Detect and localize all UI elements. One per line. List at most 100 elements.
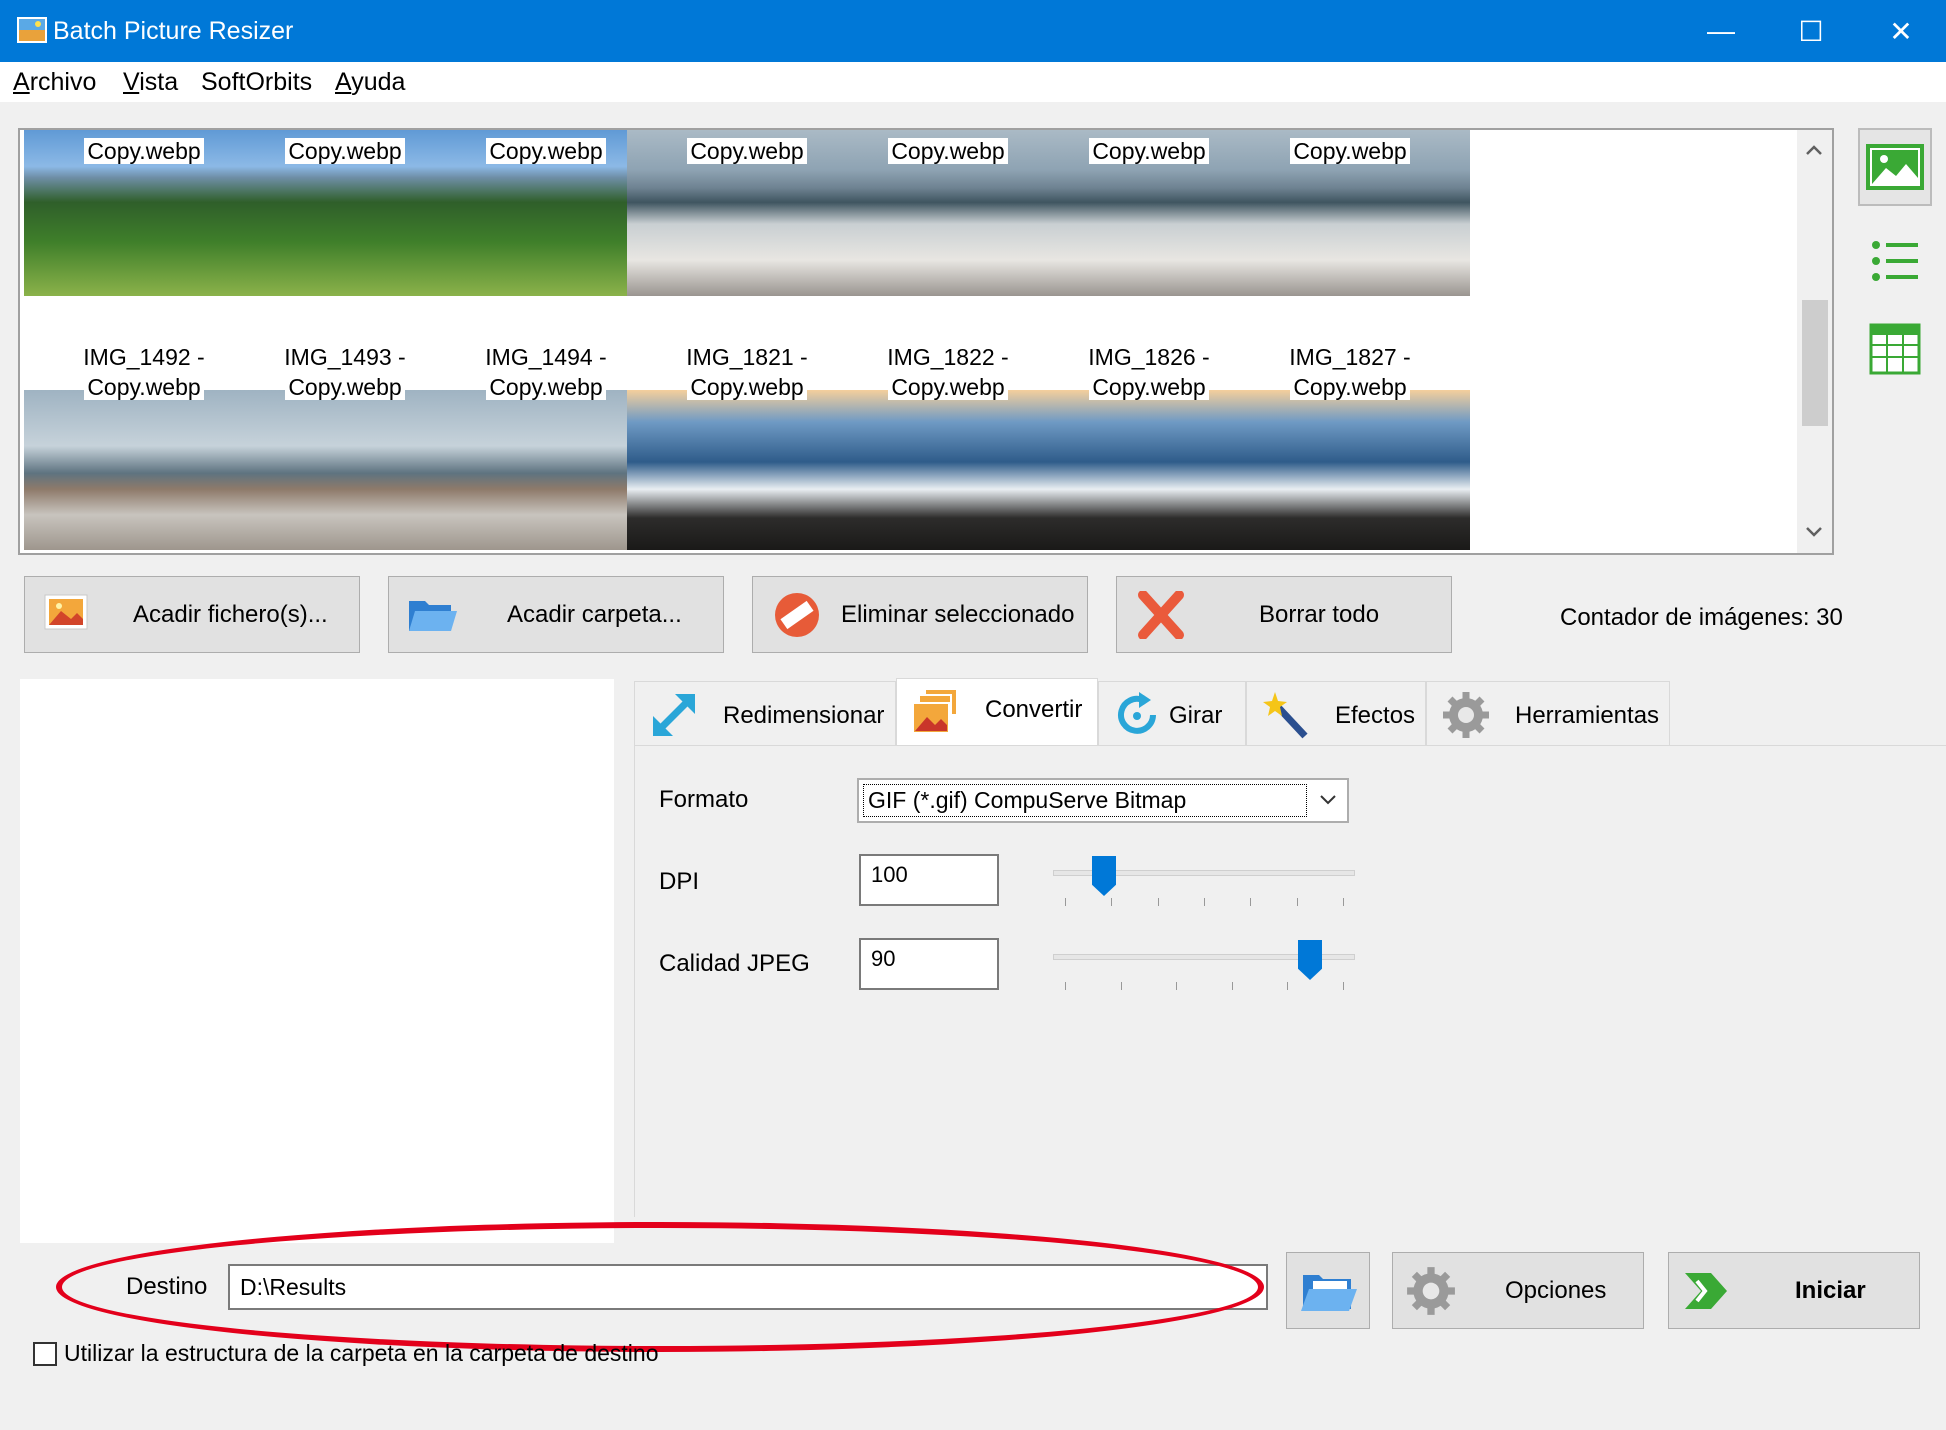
menu-softorbits[interactable]: SoftOrbits — [201, 68, 312, 97]
jpeg-slider-thumb[interactable] — [1298, 940, 1322, 980]
jpeg-slider-ticks — [1065, 982, 1344, 992]
minimize-button[interactable]: — — [1676, 0, 1766, 62]
folder-structure-checkbox[interactable] — [33, 1342, 57, 1366]
format-select[interactable]: GIF (*.gif) CompuServe Bitmap — [857, 778, 1349, 823]
thumbnail-caption: IMG_1827 - — [1289, 344, 1411, 370]
slider-tick — [1232, 982, 1233, 990]
tab-effects-label: Efectos — [1335, 702, 1416, 729]
menu-archivo-accel: A — [13, 68, 30, 96]
slider-tick — [1176, 982, 1177, 990]
menu-archivo-label: rchivo — [29, 68, 97, 96]
tab-effects[interactable]: Efectos — [1246, 681, 1426, 745]
slider-tick — [1343, 982, 1344, 990]
convert-panel: Formato GIF (*.gif) CompuServe Bitmap DP… — [634, 745, 1946, 1217]
image-gallery[interactable]: Copy.webp Copy.webp Copy.webp Copy.webp Copy… — [18, 128, 1834, 555]
image-counter: Contador de imágenes: 30 — [1560, 604, 1843, 631]
list-icon — [1872, 241, 1918, 281]
menu-ayuda-accel: A — [335, 68, 352, 96]
jpeg-quality-input[interactable]: 90 — [859, 938, 999, 990]
folder-structure-label: Utilizar la estructura de la carpeta en … — [64, 1340, 659, 1366]
slider-tick — [1297, 898, 1298, 906]
format-label: Formato — [659, 786, 749, 813]
scroll-up-icon[interactable] — [1805, 144, 1823, 156]
magic-wand-icon — [1263, 692, 1308, 739]
gear-icon — [1443, 692, 1489, 738]
table-view-button[interactable] — [1858, 310, 1932, 388]
window-title: Batch Picture Resizer — [53, 17, 294, 45]
slider-tick — [1343, 898, 1344, 906]
remove-selected-button[interactable]: Eliminar seleccionado — [752, 576, 1088, 653]
dpi-input[interactable]: 100 — [859, 854, 999, 906]
add-files-label: Acadir fichero(s)... — [133, 601, 328, 628]
start-arrow-icon — [1685, 1273, 1727, 1309]
picture-icon — [1866, 144, 1924, 190]
add-folder-label: Acadir carpeta... — [507, 601, 682, 628]
tab-tools-label: Herramientas — [1515, 702, 1660, 729]
title-bar: Batch Picture Resizer — ☐ ✕ — [0, 0, 1946, 62]
slider-tick — [1121, 982, 1122, 990]
tab-convert[interactable]: Convertir — [896, 678, 1098, 747]
browse-folder-button[interactable] — [1286, 1252, 1370, 1329]
tab-resize-label: Redimensionar — [723, 702, 885, 729]
close-button[interactable]: ✕ — [1856, 0, 1946, 62]
menu-softorbits-label: SoftOrbits — [201, 68, 313, 96]
resize-arrows-icon — [653, 694, 695, 736]
options-label: Opciones — [1505, 1277, 1607, 1304]
tab-rotate-label: Girar — [1169, 702, 1223, 729]
tab-resize[interactable]: Redimensionar — [634, 681, 896, 745]
thumbnail-view-button[interactable] — [1858, 128, 1932, 206]
slider-tick — [1065, 898, 1066, 906]
jpeg-quality-label: Calidad JPEG — [659, 950, 810, 977]
options-gear-icon — [1407, 1267, 1455, 1315]
maximize-button[interactable]: ☐ — [1766, 0, 1856, 62]
start-label: Iniciar — [1795, 1277, 1866, 1304]
add-image-icon — [44, 594, 88, 630]
dpi-slider[interactable] — [1053, 856, 1355, 896]
thumbnail-image — [1230, 390, 1470, 550]
highlight-ellipse — [56, 1222, 1264, 1352]
remove-icon — [775, 593, 819, 637]
minimize-icon: — — [1707, 15, 1735, 46]
tab-convert-label: Convertir — [985, 696, 1083, 723]
scroll-down-icon[interactable] — [1805, 526, 1823, 538]
slider-tick — [1111, 898, 1112, 906]
tab-bar: Redimensionar Convertir Girar Efectos He… — [634, 678, 1946, 747]
slider-tick — [1250, 898, 1251, 906]
rotate-icon — [1118, 692, 1156, 734]
menu-archivo[interactable]: Archivo — [13, 68, 96, 97]
convert-images-icon — [912, 688, 958, 734]
slider-tick — [1287, 982, 1288, 990]
menu-ayuda[interactable]: Ayuda — [335, 68, 405, 97]
start-button[interactable]: Iniciar — [1668, 1252, 1920, 1329]
menu-vista-accel: V — [123, 68, 140, 96]
close-icon: ✕ — [1889, 15, 1913, 47]
options-button[interactable]: Opciones — [1392, 1252, 1644, 1329]
menu-ayuda-label: yuda — [351, 68, 406, 96]
app-icon — [17, 17, 47, 43]
menu-bar: Archivo Vista SoftOrbits Ayuda — [0, 62, 1946, 102]
scrollbar-thumb[interactable] — [1802, 300, 1828, 426]
slider-tick — [1065, 982, 1066, 990]
preview-pane — [20, 679, 614, 1243]
delete-x-icon — [1138, 591, 1184, 639]
remove-selected-label: Eliminar seleccionado — [841, 601, 1075, 628]
clear-all-button[interactable]: Borrar todo — [1116, 576, 1452, 653]
clear-all-label: Borrar todo — [1259, 601, 1380, 628]
open-folder-icon — [1301, 1275, 1357, 1311]
dpi-slider-thumb[interactable] — [1092, 856, 1116, 896]
thumbnail-caption: Copy.webp — [1230, 136, 1470, 166]
dpi-slider-ticks — [1065, 898, 1344, 908]
add-files-button[interactable]: Acadir fichero(s)... — [24, 576, 360, 653]
tab-rotate[interactable]: Girar — [1098, 681, 1246, 745]
menu-vista[interactable]: Vista — [123, 68, 178, 97]
add-folder-button[interactable]: Acadir carpeta... — [388, 576, 724, 653]
jpeg-quality-slider[interactable] — [1053, 940, 1355, 980]
list-view-button[interactable] — [1858, 222, 1932, 300]
thumbnail-caption: Copy.webp — [1230, 372, 1470, 402]
slider-tick — [1204, 898, 1205, 906]
dpi-label: DPI — [659, 868, 700, 895]
format-select-value: GIF (*.gif) CompuServe Bitmap — [863, 784, 1307, 817]
tab-tools[interactable]: Herramientas — [1426, 681, 1670, 745]
table-icon — [1869, 323, 1921, 375]
maximize-icon: ☐ — [1798, 15, 1824, 47]
